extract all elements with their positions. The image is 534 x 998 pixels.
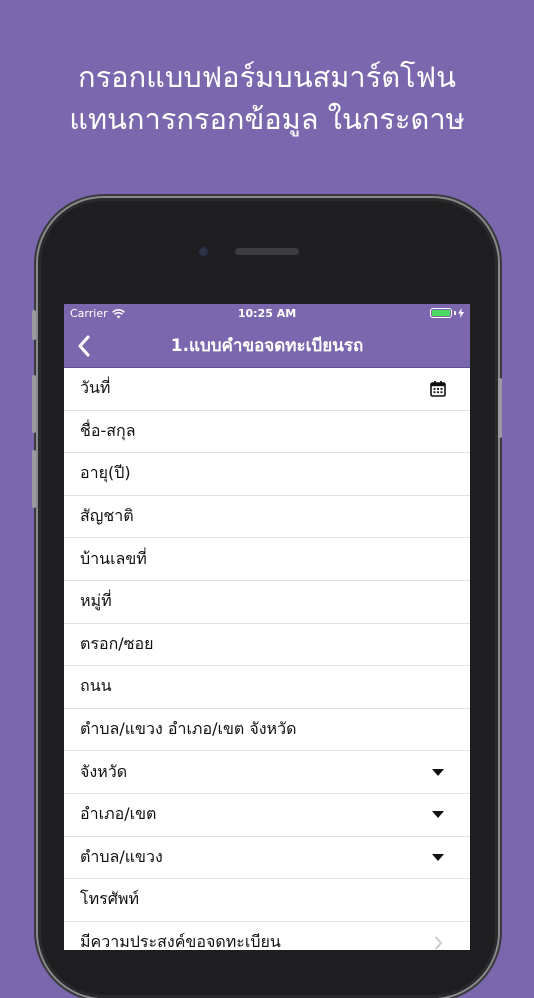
dropdown-caret-icon [432, 768, 444, 776]
form-row[interactable]: บ้านเลขที่ [64, 538, 470, 581]
status-bar: Carrier 10:25 AM [64, 304, 470, 324]
promo-headline: กรอกแบบฟอร์มบนสมาร์ตโฟน แทนการกรอกข้อมูล… [0, 56, 534, 140]
form-list: วันที่ชื่อ-สกุลอายุ(ปี) สัญชาติบ้านเลขที่… [64, 368, 470, 950]
form-row-label: ชื่อ-สกุล [80, 420, 136, 440]
front-camera [198, 246, 209, 257]
form-row-accessory [428, 507, 448, 527]
page-title: 1.แบบคำขอจดทะเบียนรถ [170, 336, 364, 356]
form-row[interactable]: ตรอก/ซอย [64, 624, 470, 667]
app-screen: Carrier 10:25 AM 1.แบบคำขอจดทะเบียนรถ วั… [64, 304, 470, 950]
chevron-right-icon [434, 936, 442, 949]
charging-bolt-icon [458, 308, 464, 318]
status-time: 10:25 AM [237, 307, 297, 320]
form-row-label: อายุ(ปี) [80, 463, 131, 483]
form-row-label: ตำบล/แขวง [80, 846, 163, 866]
form-row-label: จังหวัด [80, 761, 128, 781]
form-row[interactable]: ชื่อ-สกุล [64, 411, 470, 454]
battery-indicator [430, 308, 464, 318]
form-row-accessory[interactable] [428, 379, 448, 399]
form-row-accessory [428, 549, 448, 569]
form-row-accessory[interactable] [428, 805, 448, 825]
form-row-accessory[interactable] [428, 933, 448, 950]
form-row[interactable]: ตำบล/แขวง อำเภอ/เขต จังหวัด [64, 709, 470, 752]
form-row-label: วันที่ [80, 378, 111, 398]
form-row-label: อำเภอ/เขต [80, 804, 157, 824]
headline-line-1: กรอกแบบฟอร์มบนสมาร์ตโฟน [78, 60, 456, 94]
power-button [498, 378, 502, 438]
dropdown-caret-icon [432, 853, 444, 861]
form-row-accessory [428, 677, 448, 697]
back-button[interactable] [70, 332, 98, 360]
form-row-label: มีความประสงค์ขอจดทะเบียน [80, 932, 281, 950]
form-row-label: บ้านเลขที่ [80, 548, 147, 568]
form-row-label: ตรอก/ซอย [80, 633, 154, 653]
volume-down-button [32, 450, 36, 508]
form-row-accessory [428, 890, 448, 910]
form-row-label: โทรศัพท์ [80, 889, 139, 909]
calendar-icon [430, 381, 446, 398]
dropdown-caret-icon [432, 811, 444, 819]
battery-tip [454, 311, 456, 315]
form-row-accessory[interactable] [428, 762, 448, 782]
form-row-label: หมู่ที่ [80, 591, 112, 611]
form-row[interactable]: ถนน [64, 666, 470, 709]
form-row-label: ตำบล/แขวง อำเภอ/เขต จังหวัด [80, 719, 297, 739]
battery-icon [430, 308, 452, 318]
mute-switch [32, 310, 36, 340]
form-row[interactable]: หมู่ที่ [64, 581, 470, 624]
headline-line-2: แทนการกรอกข้อมูล ในกระดาษ [69, 102, 465, 136]
form-row-accessory [428, 592, 448, 612]
form-row[interactable]: สัญชาติ [64, 496, 470, 539]
battery-fill [432, 310, 450, 316]
form-row[interactable]: มีความประสงค์ขอจดทะเบียน [64, 922, 470, 950]
volume-up-button [32, 375, 36, 433]
form-row[interactable]: อายุ(ปี) [64, 453, 470, 496]
form-row[interactable]: อำเภอ/เขต [64, 794, 470, 837]
form-row-accessory [428, 634, 448, 654]
form-row[interactable]: ตำบล/แขวง [64, 837, 470, 880]
form-row[interactable]: วันที่ [64, 368, 470, 411]
form-row-accessory [428, 720, 448, 740]
navigation-bar: 1.แบบคำขอจดทะเบียนรถ [64, 324, 470, 368]
form-row-accessory [428, 421, 448, 441]
form-row-accessory [428, 464, 448, 484]
form-row[interactable]: จังหวัด [64, 751, 470, 794]
form-row-label: ถนน [80, 676, 112, 696]
chevron-left-icon [78, 335, 90, 357]
form-row-label: สัญชาติ [80, 506, 134, 526]
form-row-accessory[interactable] [428, 847, 448, 867]
form-row[interactable]: โทรศัพท์ [64, 879, 470, 922]
earpiece-speaker [235, 248, 299, 255]
